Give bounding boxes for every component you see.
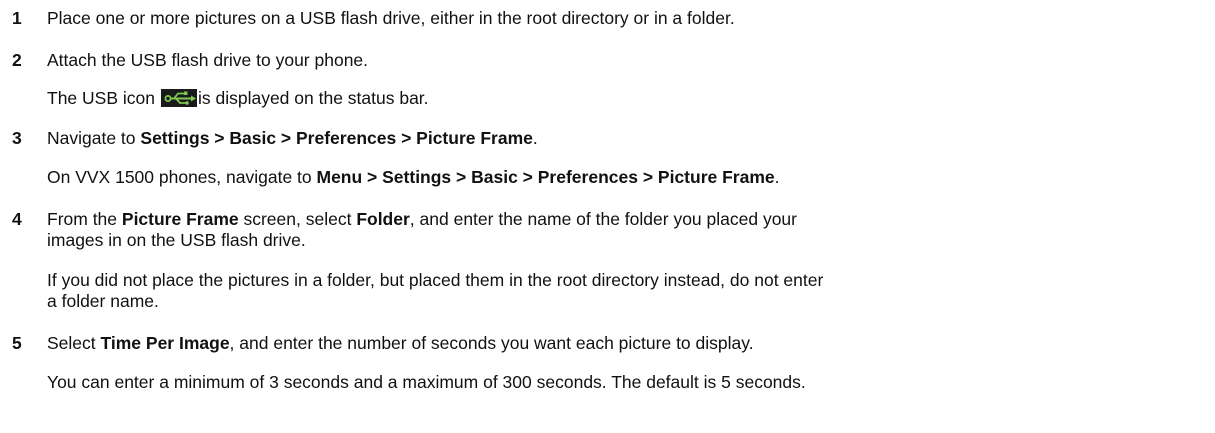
field-name: Folder xyxy=(356,209,410,229)
step-number: 4 xyxy=(12,209,22,229)
step-note-continued: a folder name. xyxy=(47,291,159,311)
usb-icon xyxy=(160,89,197,107)
step-note: The USB icon is displayed on the status … xyxy=(47,88,429,109)
note-text: The USB icon xyxy=(47,88,155,108)
step-text-part: , and enter the number of seconds you wa… xyxy=(229,333,754,353)
step-number: 3 xyxy=(12,128,22,148)
note-text: . xyxy=(774,167,780,187)
field-name: Time Per Image xyxy=(100,333,230,353)
step-text: Select Time Per Image, and enter the num… xyxy=(47,333,754,354)
screen-name: Picture Frame xyxy=(121,209,239,229)
step-note: If you did not place the pictures in a f… xyxy=(47,270,824,290)
menu-path: Menu > Settings > Basic > Preferences > … xyxy=(316,167,775,187)
step-text-part: Navigate to xyxy=(47,128,141,148)
step-text-part: Select xyxy=(47,333,101,353)
document-page: 1 Place one or more pictures on a USB fl… xyxy=(0,0,1215,433)
step-number: 5 xyxy=(12,333,22,353)
step-text: Attach the USB flash drive to your phone… xyxy=(47,50,369,70)
step-text-continued: images in on the USB flash drive. xyxy=(47,230,306,250)
step-number: 1 xyxy=(12,8,22,28)
menu-path: Settings > Basic > Preferences > Picture… xyxy=(140,128,533,148)
step-text-part: , and enter the name of the folder you p… xyxy=(409,209,797,229)
step-note: On VVX 1500 phones, navigate to Menu > S… xyxy=(47,167,780,188)
step-text: Navigate to Settings > Basic > Preferenc… xyxy=(47,128,538,149)
note-text: On VVX 1500 phones, navigate to xyxy=(47,167,317,187)
note-text: is displayed on the status bar. xyxy=(197,88,429,108)
step-text: Place one or more pictures on a USB flas… xyxy=(47,8,735,28)
step-text-part: screen, select xyxy=(238,209,357,229)
step-text: From the Picture Frame screen, select Fo… xyxy=(47,209,797,230)
step-note: You can enter a minimum of 3 seconds and… xyxy=(47,372,806,392)
step-number: 2 xyxy=(12,50,22,70)
step-text-part: . xyxy=(532,128,538,148)
step-text-part: From the xyxy=(47,209,122,229)
